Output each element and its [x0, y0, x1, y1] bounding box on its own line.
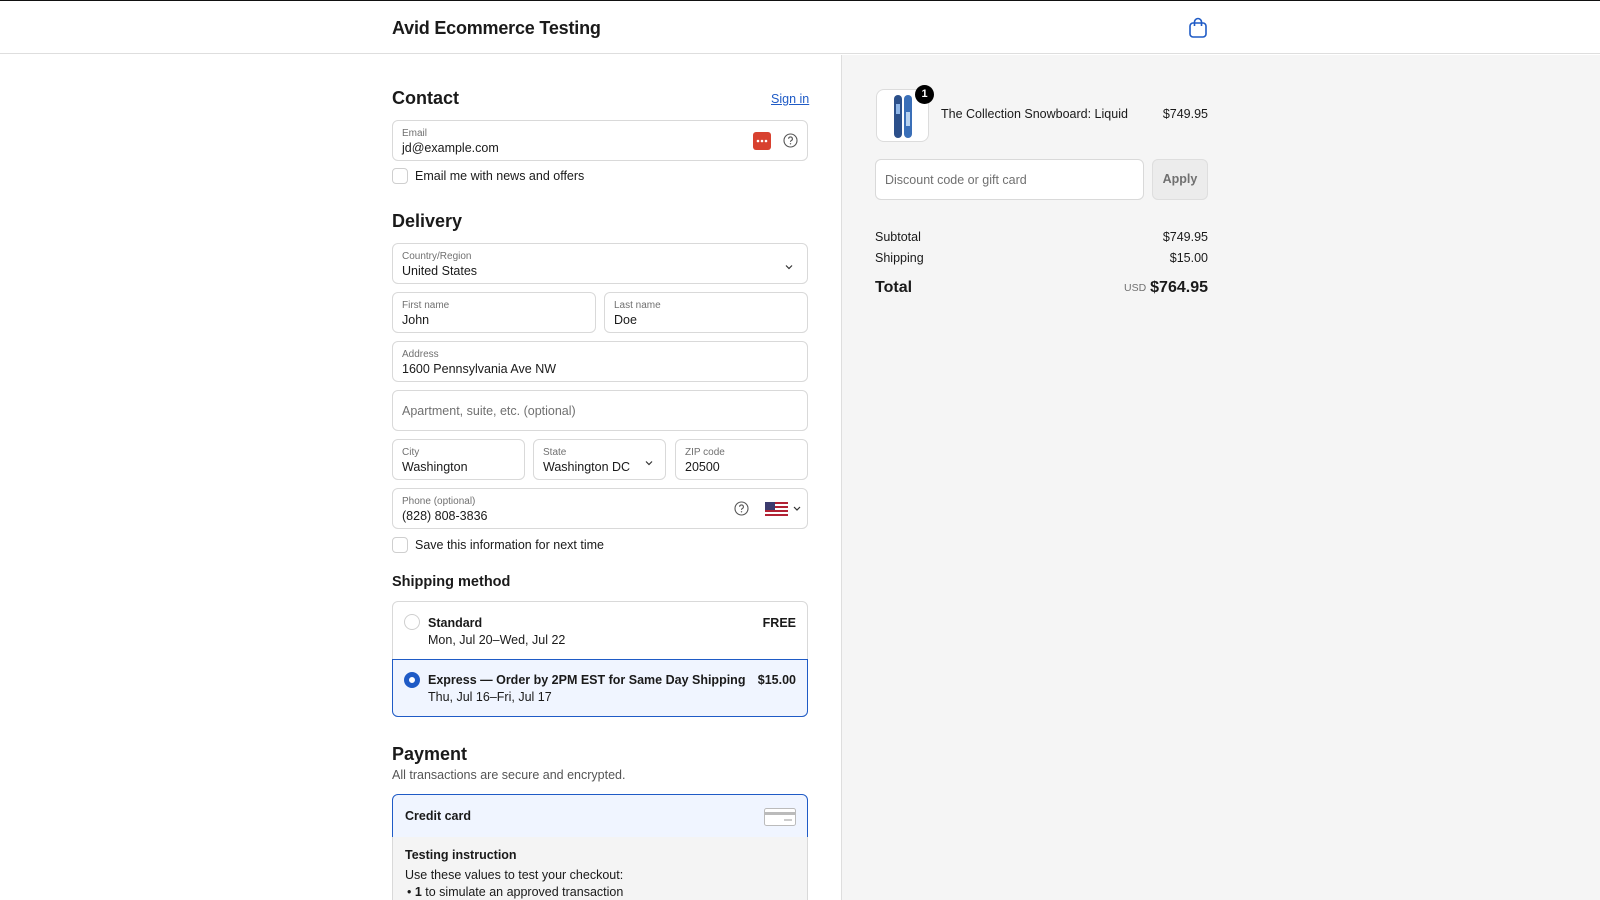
quantity-badge: 1: [915, 85, 934, 104]
newsletter-checkbox[interactable]: [392, 168, 408, 184]
credit-card-label: Credit card: [405, 809, 471, 823]
option-title: Express — Order by 2PM EST for Same Day …: [428, 673, 746, 687]
total-label: Total: [875, 279, 913, 296]
last-name-label: Last name: [614, 300, 661, 311]
store-brand[interactable]: Avid Ecommerce Testing: [392, 18, 601, 39]
first-name-field[interactable]: First name John: [392, 292, 596, 333]
email-label: Email: [402, 128, 428, 139]
first-name-value: John: [402, 313, 430, 327]
testing-heading: Testing instruction: [405, 848, 517, 862]
sign-in-link[interactable]: Sign in: [771, 92, 809, 106]
currency-code: USD: [1123, 282, 1147, 294]
help-icon[interactable]: [783, 133, 798, 148]
apartment-placeholder: Apartment, suite, etc. (optional): [402, 404, 576, 418]
phone-field[interactable]: Phone (optional) (828) 808-3836: [392, 488, 808, 529]
city-value: Washington: [402, 460, 468, 474]
zip-field[interactable]: ZIP code 20500: [675, 439, 808, 480]
address-field[interactable]: Address 1600 Pennsylvania Ave NW: [392, 341, 808, 382]
last-name-field[interactable]: Last name Doe: [604, 292, 808, 333]
option-title: Standard: [428, 616, 483, 630]
subtotal-label: Subtotal: [875, 230, 921, 244]
testing-bullet: • 1 to simulate an approved transaction: [407, 885, 624, 899]
country-select[interactable]: Country/Region United States: [392, 243, 808, 284]
credit-card-icon: [764, 808, 796, 831]
chevron-down-icon: [644, 455, 654, 466]
phone-label: Phone (optional): [402, 496, 476, 507]
save-info-label: Save this information for next time: [415, 538, 604, 552]
payment-heading: Payment: [392, 744, 468, 764]
email-field[interactable]: Email jd@example.com: [392, 120, 808, 161]
bullet-value: 1: [414, 885, 422, 899]
express-radio[interactable]: [404, 672, 420, 688]
chevron-down-icon: [784, 259, 794, 270]
delivery-heading: Delivery: [392, 211, 463, 231]
state-select[interactable]: State Washington DC: [533, 439, 666, 480]
help-icon[interactable]: [734, 501, 749, 516]
newsletter-label: Email me with news and offers: [415, 169, 585, 183]
shipping-method-heading: Shipping method: [392, 574, 511, 590]
password-manager-icon[interactable]: [753, 132, 771, 150]
standard-radio[interactable]: [404, 614, 420, 630]
country-label: Country/Region: [402, 251, 472, 262]
testing-text: Use these values to test your checkout:: [405, 868, 624, 882]
zip-label: ZIP code: [685, 447, 725, 458]
shipping-options: Standard Mon, Jul 20–Wed, Jul 22 FREE Ex…: [392, 601, 808, 717]
option-dates: Mon, Jul 20–Wed, Jul 22: [428, 633, 566, 647]
shipping-option-standard[interactable]: Standard Mon, Jul 20–Wed, Jul 22 FREE: [393, 602, 807, 659]
option-dates: Thu, Jul 16–Fri, Jul 17: [428, 690, 552, 704]
contact-heading: Contact: [392, 88, 459, 108]
us-flag-icon: [765, 502, 801, 517]
shipping-option-express[interactable]: Express — Order by 2PM EST for Same Day …: [392, 659, 808, 717]
total-amount: USD $764.95: [1124, 279, 1208, 297]
zip-value: 20500: [685, 460, 720, 474]
shipping-label: Shipping: [875, 251, 924, 265]
address-value: 1600 Pennsylvania Ave NW: [402, 362, 557, 376]
header: Avid Ecommerce Testing: [0, 1, 1600, 54]
city-label: City: [402, 447, 420, 458]
product-name: The Collection Snowboard: Liquid: [941, 107, 1128, 121]
phone-value: (828) 808-3836: [402, 509, 488, 523]
option-price: $15.00: [757, 673, 796, 687]
country-code-selector[interactable]: [765, 500, 805, 518]
credit-card-option[interactable]: Credit card: [392, 794, 808, 838]
discount-input[interactable]: Discount code or gift card: [875, 159, 1144, 200]
apply-button[interactable]: Apply: [1152, 159, 1208, 200]
state-value: Washington DC: [543, 460, 631, 474]
address-label: Address: [402, 349, 439, 360]
state-label: State: [543, 447, 567, 458]
total-value: $764.95: [1150, 279, 1208, 296]
email-value: jd@example.com: [402, 141, 499, 155]
option-price: FREE: [762, 616, 796, 630]
last-name-value: Doe: [614, 313, 637, 327]
product-price: $749.95: [1162, 107, 1208, 121]
apartment-field[interactable]: Apartment, suite, etc. (optional): [392, 390, 808, 431]
shipping-value: $15.00: [1169, 251, 1208, 265]
testing-instruction-box: Testing instruction Use these values to …: [392, 837, 808, 900]
subtotal-value: $749.95: [1162, 230, 1208, 244]
country-value: United States: [402, 264, 478, 278]
bullet-text: to simulate an approved transaction: [421, 885, 624, 899]
save-info-checkbox[interactable]: [392, 537, 408, 553]
payment-subtitle: All transactions are secure and encrypte…: [392, 768, 626, 782]
first-name-label: First name: [402, 300, 450, 311]
discount-placeholder: Discount code or gift card: [885, 173, 1027, 187]
city-field[interactable]: City Washington: [392, 439, 525, 480]
shopping-bag-icon[interactable]: [1188, 17, 1208, 39]
